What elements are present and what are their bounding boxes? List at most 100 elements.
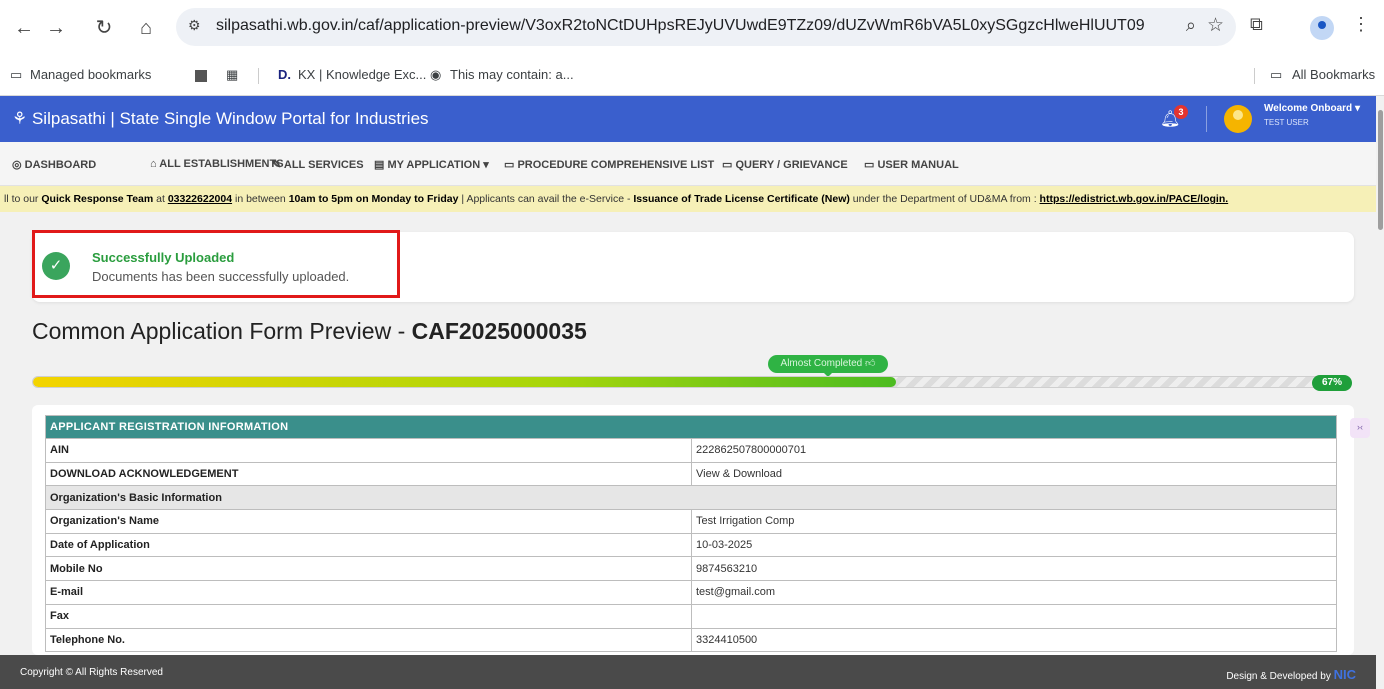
menu-all-services[interactable]: ✎ ALL SERVICES bbox=[272, 158, 364, 171]
bookmark-star-icon[interactable]: ☆ bbox=[1207, 14, 1224, 37]
welcome-text[interactable]: Welcome Onboard ▾ bbox=[1264, 103, 1360, 114]
ticker-part: under the Department of UD&MA from : bbox=[849, 193, 1040, 205]
menu-label: DASHBOARD bbox=[24, 159, 97, 171]
ticker-phone[interactable]: 03322622004 bbox=[168, 193, 232, 205]
menu-all-establishments[interactable]: ⌂ ALL ESTABLISHMENTS bbox=[150, 158, 284, 170]
row-value bbox=[691, 603, 1337, 629]
menu-dashboard[interactable]: ◎ DASHBOARD bbox=[12, 158, 96, 171]
portal-title[interactable]: ⚘ Silpasathi | State Single Window Porta… bbox=[12, 109, 429, 129]
table-row: DOWNLOAD ACKNOWLEDGEMENT View & Download bbox=[45, 461, 1337, 487]
user-avatar[interactable] bbox=[1224, 105, 1252, 133]
portal-header: ⚘ Silpasathi | State Single Window Porta… bbox=[0, 96, 1384, 142]
zoom-icon[interactable]: ⌕ bbox=[1186, 15, 1196, 36]
info-table: APPLICANT REGISTRATION INFORMATION AIN 22… bbox=[45, 415, 1337, 653]
table-header: APPLICANT REGISTRATION INFORMATION bbox=[45, 415, 1337, 439]
table-row: Date of Application 10-03-2025 bbox=[45, 532, 1337, 558]
side-widget-icon[interactable]: ›‹ bbox=[1350, 418, 1370, 438]
user-name: TEST USER bbox=[1264, 118, 1309, 127]
ticker-link[interactable]: https://edistrict.wb.gov.in/PACE/login. bbox=[1040, 193, 1229, 205]
row-label: E-mail bbox=[45, 580, 692, 605]
portal-title-text: Silpasathi | State Single Window Portal … bbox=[31, 109, 429, 128]
progress-label-text: Almost Completed bbox=[780, 358, 863, 369]
menu-label: USER MANUAL bbox=[877, 159, 959, 171]
row-value: 9874563210 bbox=[691, 556, 1337, 582]
extensions-icon[interactable]: ⧉ bbox=[1250, 14, 1263, 35]
footer: Copyright © All Rights Reserved Design &… bbox=[0, 655, 1376, 689]
url-text[interactable]: silpasathi.wb.gov.in/caf/application-pre… bbox=[216, 17, 1145, 35]
row-label: Mobile No bbox=[45, 556, 692, 582]
row-value[interactable]: View & Download bbox=[691, 461, 1337, 487]
menu-user-manual[interactable]: ▭ USER MANUAL bbox=[864, 158, 959, 171]
nic-logo: NIC bbox=[1333, 667, 1356, 682]
ticker-text: ll to our Quick Response Team at 0332262… bbox=[4, 193, 1228, 205]
ticker-part: Issuance of Trade License Certificate (N… bbox=[633, 193, 850, 205]
back-arrow-icon[interactable]: ← bbox=[10, 14, 38, 42]
row-label: Fax bbox=[45, 603, 692, 629]
folder-icon: ▭ bbox=[1270, 67, 1283, 82]
ticker-part: Quick Response Team bbox=[41, 193, 154, 205]
browser-toolbar: ← → ↻ ⌂ ⚙ silpasathi.wb.gov.in/caf/appli… bbox=[0, 0, 1384, 56]
main-menu: ◎ DASHBOARD ⌂ ALL ESTABLISHMENTS ✎ ALL S… bbox=[0, 142, 1384, 186]
ticker-part: in between bbox=[232, 193, 289, 205]
bookmark-managed[interactable]: Managed bookmarks bbox=[30, 67, 151, 82]
page-title: Common Application Form Preview - CAF202… bbox=[32, 318, 587, 345]
menu-procedure-list[interactable]: ▭ PROCEDURE COMPREHENSIVE LIST bbox=[504, 158, 714, 171]
scrollbar-thumb[interactable] bbox=[1378, 110, 1383, 230]
menu-label: ALL ESTABLISHMENTS bbox=[159, 158, 284, 170]
row-label: Organization's Name bbox=[45, 509, 692, 534]
row-value: test@gmail.com bbox=[691, 580, 1337, 605]
ticker-part: | Applicants can avail the e-Service - bbox=[458, 193, 634, 205]
row-label: Telephone No. bbox=[45, 627, 692, 653]
address-bar[interactable]: ⚙ silpasathi.wb.gov.in/caf/application-p… bbox=[176, 8, 1236, 46]
portal-logo-icon: ⚘ bbox=[12, 109, 32, 128]
bookmark-icon[interactable] bbox=[195, 70, 207, 82]
bookmark-kx[interactable]: KX | Knowledge Exc... bbox=[298, 67, 426, 82]
folder-icon: ▭ bbox=[10, 67, 23, 82]
section-title: Organization's Basic Information bbox=[45, 485, 1337, 511]
menu-label: PROCEDURE COMPREHENSIVE LIST bbox=[517, 159, 715, 171]
row-value: Test Irrigation Comp bbox=[691, 509, 1337, 534]
notification-badge: 3 bbox=[1174, 105, 1188, 119]
menu-label: QUERY / GRIEVANCE bbox=[735, 159, 848, 171]
bookmark-this-may-contain[interactable]: This may contain: a... bbox=[450, 67, 574, 82]
row-label: Date of Application bbox=[45, 532, 692, 558]
announcement-ticker: ll to our Quick Response Team at 0332262… bbox=[0, 186, 1384, 212]
menu-label: ALL SERVICES bbox=[283, 159, 364, 171]
copyright-text: Copyright © All Rights Reserved bbox=[20, 667, 163, 678]
site-settings-icon[interactable]: ⚙ bbox=[188, 17, 201, 34]
table-row: Fax bbox=[45, 603, 1337, 629]
table-row: AIN 222862507800000701 bbox=[45, 438, 1337, 463]
browser-menu-icon[interactable]: ⋮ bbox=[1352, 14, 1370, 35]
ticker-part: at bbox=[153, 193, 168, 205]
alert-title: Successfully Uploaded bbox=[92, 250, 235, 265]
profile-avatar-icon[interactable] bbox=[1310, 16, 1334, 40]
globe-icon: ◉ bbox=[430, 67, 442, 82]
reload-icon[interactable]: ↻ bbox=[90, 14, 118, 42]
welcome-label: Welcome Onboard bbox=[1264, 103, 1353, 114]
forward-arrow-icon[interactable]: → bbox=[42, 14, 70, 42]
menu-my-application[interactable]: ▤ MY APPLICATION ▾ bbox=[374, 158, 489, 171]
apps-grid-icon[interactable]: ▦ bbox=[226, 67, 238, 83]
progress-label: Almost Completed 👍︎ bbox=[768, 355, 888, 377]
table-row: Organization's Name Test Irrigation Comp bbox=[45, 509, 1337, 534]
alert-message: Documents has been successfully uploaded… bbox=[92, 269, 350, 284]
header-divider bbox=[1206, 106, 1207, 132]
bookmark-divider bbox=[1254, 68, 1255, 84]
progress-track bbox=[32, 376, 1322, 388]
home-icon[interactable]: ⌂ bbox=[132, 14, 160, 42]
table-row: E-mail test@gmail.com bbox=[45, 580, 1337, 605]
all-bookmarks[interactable]: All Bookmarks bbox=[1292, 67, 1375, 82]
progress-percent: 67% bbox=[1312, 375, 1352, 391]
caf-id: CAF2025000035 bbox=[411, 318, 587, 344]
row-value: 10-03-2025 bbox=[691, 532, 1337, 558]
developer-credit: Design & Developed by NIC bbox=[1226, 667, 1356, 682]
row-label: AIN bbox=[45, 438, 692, 463]
row-label: DOWNLOAD ACKNOWLEDGEMENT bbox=[45, 461, 692, 487]
title-prefix: Common Application Form Preview - bbox=[32, 318, 412, 344]
table-section-row: Organization's Basic Information bbox=[45, 485, 1337, 511]
ticker-part: 10am to 5pm on Monday to Friday bbox=[288, 193, 459, 205]
progress-fill bbox=[33, 377, 896, 387]
menu-query-grievance[interactable]: ▭ QUERY / GRIEVANCE bbox=[722, 158, 848, 171]
row-value: 3324410500 bbox=[691, 627, 1337, 653]
bookmarks-bar: Managed bookmarks ▭ ▦ D. KX | Knowledge … bbox=[0, 56, 1384, 96]
